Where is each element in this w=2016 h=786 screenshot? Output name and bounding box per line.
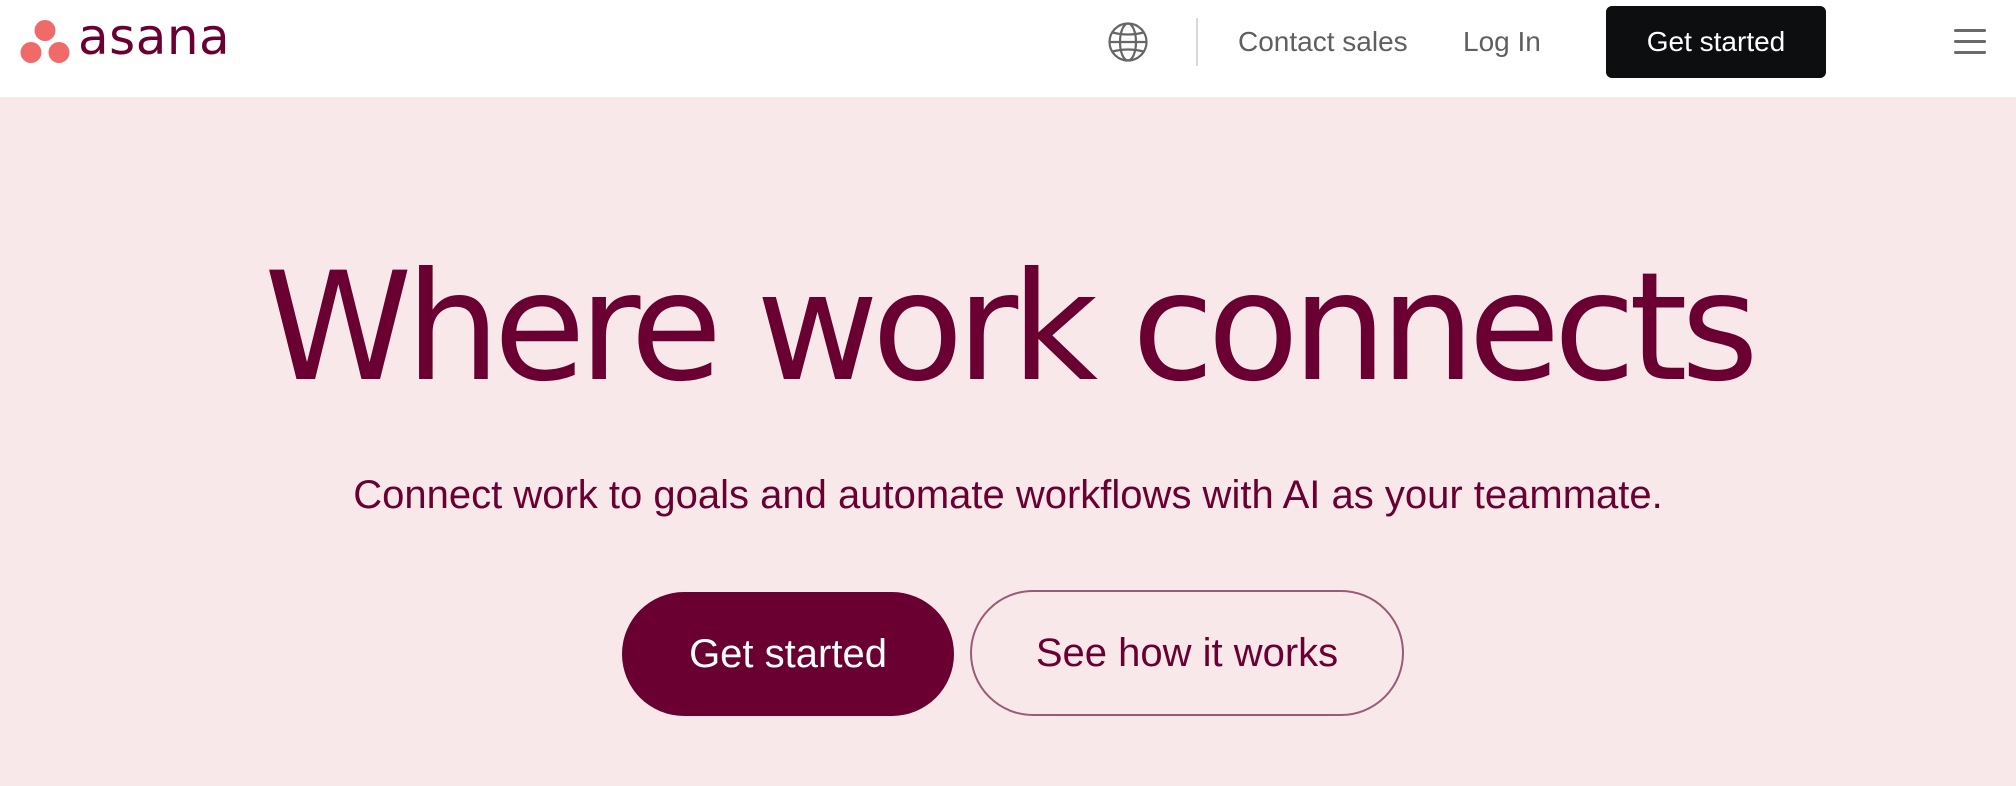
contact-sales-link[interactable]: Contact sales xyxy=(1238,24,1408,60)
globe-icon xyxy=(1108,22,1148,62)
menu-bar xyxy=(1954,40,1986,43)
asana-logo-icon xyxy=(20,20,70,63)
hamburger-menu-icon[interactable] xyxy=(1954,26,1988,58)
log-in-link[interactable]: Log In xyxy=(1463,24,1541,60)
header-get-started-button[interactable]: Get started xyxy=(1606,6,1826,78)
see-how-it-works-button[interactable]: See how it works xyxy=(970,590,1404,716)
header-divider xyxy=(1196,18,1198,66)
hero-subtitle: Connect work to goals and automate workf… xyxy=(353,473,1663,517)
site-header: asana Contact sales Log In Get started xyxy=(0,0,2016,97)
get-started-button[interactable]: Get started xyxy=(622,592,954,716)
asana-logo[interactable]: asana xyxy=(20,12,230,66)
hero-title: Where work connects xyxy=(264,241,1759,415)
menu-bar xyxy=(1954,29,1986,32)
logo-wordmark: asana xyxy=(78,8,231,66)
menu-bar xyxy=(1954,51,1986,54)
language-selector-button[interactable] xyxy=(1106,20,1150,64)
